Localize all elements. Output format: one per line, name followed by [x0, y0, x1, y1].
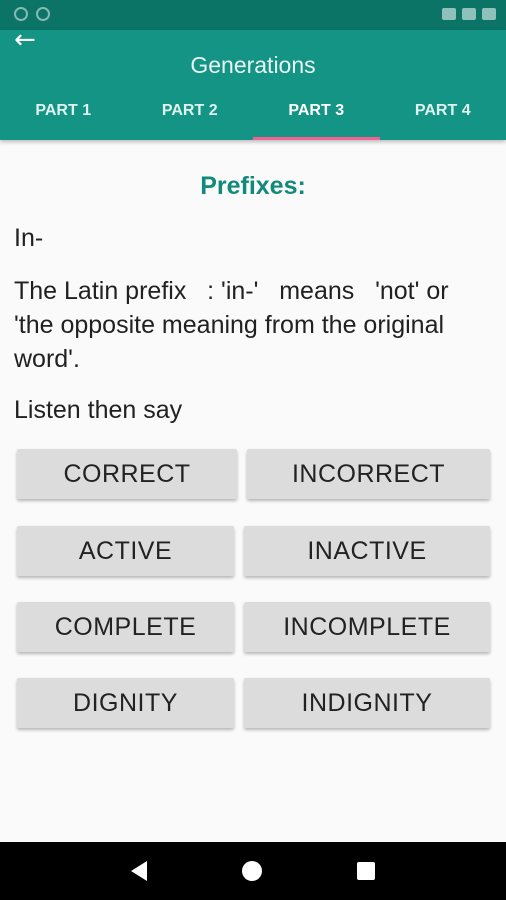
- word-button-correct[interactable]: CORRECT: [17, 449, 237, 499]
- word-button-dignity[interactable]: DIGNITY: [17, 678, 234, 728]
- section-heading: Prefixes:: [200, 172, 306, 200]
- word-button-inactive[interactable]: INACTIVE: [244, 526, 490, 576]
- signal-icon: [462, 8, 476, 20]
- back-arrow-icon[interactable]: ←: [14, 27, 58, 53]
- prefix-label: In-: [14, 224, 44, 252]
- system-nav-bar: [0, 842, 506, 900]
- wifi-icon: [442, 8, 456, 20]
- tab-part-2[interactable]: PART 2: [127, 88, 254, 140]
- instruction-text: Listen then say: [14, 396, 183, 424]
- tab-part-3[interactable]: PART 3: [253, 88, 380, 140]
- status-notification-icons: [14, 7, 50, 21]
- word-button-incomplete[interactable]: INCOMPLETE: [244, 602, 490, 652]
- word-button-complete[interactable]: COMPLETE: [17, 602, 234, 652]
- tab-bar: PART 1 PART 2 PART 3 PART 4: [0, 88, 506, 140]
- word-button-indignity[interactable]: INDIGNITY: [244, 678, 490, 728]
- word-button-active[interactable]: ACTIVE: [17, 526, 234, 576]
- nav-home-icon[interactable]: [241, 861, 262, 881]
- status-system-icons: [442, 8, 496, 20]
- app-bar: ← Generations PART 1 PART 2 PART 3 PART …: [0, 27, 506, 140]
- battery-icon: [482, 8, 496, 20]
- tab-part-1[interactable]: PART 1: [0, 88, 127, 140]
- prefix-description: The Latin prefix : 'in-' means 'not' or …: [14, 277, 456, 373]
- word-button-incorrect[interactable]: INCORRECT: [247, 449, 490, 499]
- page-title: Generations: [190, 52, 316, 78]
- status-bar: [0, 0, 506, 30]
- tab-part-4[interactable]: PART 4: [380, 88, 506, 140]
- nav-back-icon[interactable]: [131, 861, 148, 881]
- nav-recents-icon[interactable]: [356, 862, 375, 880]
